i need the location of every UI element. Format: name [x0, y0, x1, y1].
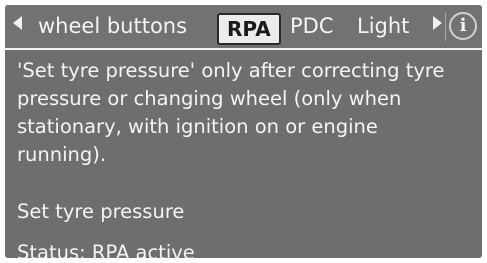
description-panel: 'Set tyre pressure' only after correctin… [17, 57, 472, 169]
tyre-pressure-screen: wheel buttons RPA PDC Light i 'Set tyre … [5, 5, 482, 258]
tab-pdc[interactable]: PDC [290, 5, 334, 48]
tab-rpa[interactable]: RPA [217, 13, 281, 45]
description-text: 'Set tyre pressure' only after correctin… [17, 59, 445, 166]
left-arrow-icon[interactable] [13, 16, 22, 30]
tab-bar: wheel buttons RPA PDC Light i [5, 5, 482, 50]
info-icon[interactable]: i [449, 12, 477, 40]
status-text: Status: RPA active [17, 241, 195, 258]
right-arrow-icon[interactable] [433, 16, 442, 30]
tab-wheel-buttons[interactable]: wheel buttons [38, 5, 187, 48]
set-tyre-pressure-option[interactable]: Set tyre pressure [17, 198, 184, 226]
tab-divider [445, 13, 446, 41]
tab-light[interactable]: Light [357, 5, 409, 48]
